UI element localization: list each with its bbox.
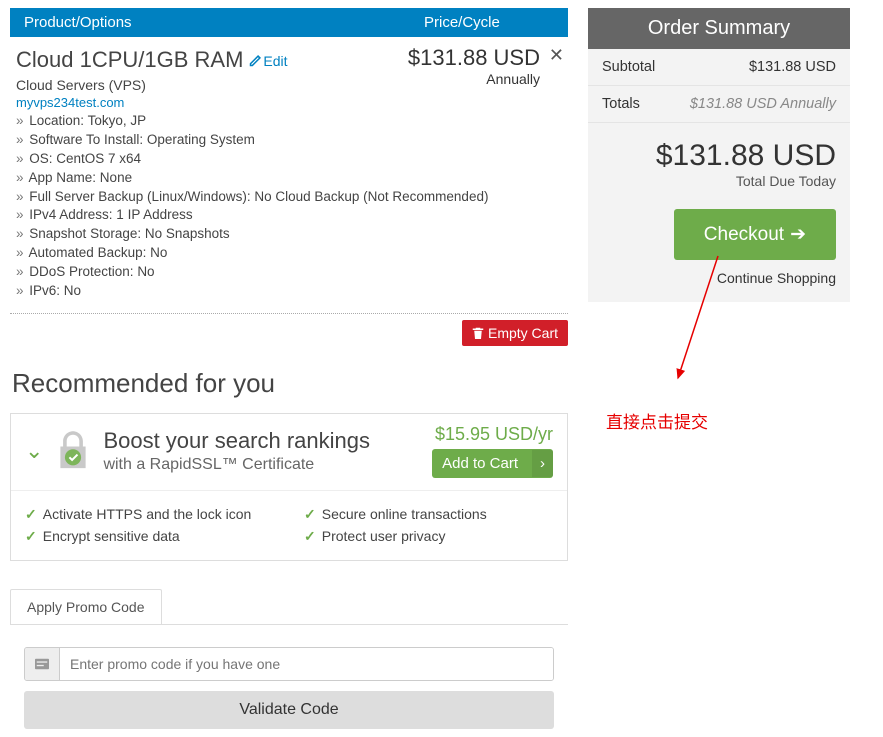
- lock-icon: [55, 427, 91, 475]
- recommended-heading: Recommended for you: [12, 368, 568, 399]
- recommendation-card: ⌄ Boost your search rankings with a Rapi…: [10, 413, 568, 561]
- config-line: » DDoS Protection: No: [16, 263, 562, 282]
- trash-icon: [472, 327, 484, 339]
- config-line: » Full Server Backup (Linux/Windows): No…: [16, 188, 562, 207]
- config-line: » OS: CentOS 7 x64: [16, 150, 562, 169]
- config-line: » IPv6: No: [16, 282, 562, 301]
- totals-label: Totals: [602, 96, 640, 112]
- feature-column: ✓Secure online transactions✓Protect user…: [304, 503, 553, 548]
- remove-item-button[interactable]: ✕: [549, 45, 564, 66]
- pencil-icon: [249, 55, 261, 67]
- cart-table-header: Product/Options Price/Cycle: [10, 8, 568, 37]
- item-cycle: Annually: [408, 71, 540, 87]
- feature-item: ✓Secure online transactions: [304, 503, 553, 525]
- chevron-right-icon: ›: [532, 450, 553, 477]
- promo-title: Boost your search rankings: [103, 428, 370, 454]
- config-line: » Location: Tokyo, JP: [16, 112, 562, 131]
- header-product: Product/Options: [24, 14, 424, 31]
- cart-item: Cloud 1CPU/1GB RAM Edit $131.88 USD Annu…: [10, 37, 568, 314]
- item-title: Cloud 1CPU/1GB RAM: [16, 47, 243, 73]
- config-line: » Software To Install: Operating System: [16, 131, 562, 150]
- annotation-text: 直接点击提交: [606, 408, 708, 433]
- tab-apply-promo[interactable]: Apply Promo Code: [10, 589, 162, 624]
- chevron-down-icon[interactable]: ⌄: [25, 438, 43, 464]
- feature-item: ✓Encrypt sensitive data: [25, 525, 274, 547]
- summary-title: Order Summary: [588, 8, 850, 49]
- item-price: $131.88 USD: [408, 45, 540, 71]
- total-due-label: Total Due Today: [602, 173, 836, 189]
- config-line: » Snapshot Storage: No Snapshots: [16, 225, 562, 244]
- subtotal-value: $131.88 USD: [749, 59, 836, 75]
- arrow-right-icon: ➔: [790, 223, 806, 246]
- config-line: » App Name: None: [16, 169, 562, 188]
- add-to-cart-button[interactable]: Add to Cart ›: [432, 449, 553, 478]
- promo-subtitle: with a RapidSSL™ Certificate: [103, 456, 370, 474]
- total-due-amount: $131.88 USD: [602, 139, 836, 173]
- promo-price: $15.95 USD/yr: [432, 424, 553, 445]
- totals-value: $131.88 USD Annually: [690, 96, 836, 112]
- config-line: » IPv4 Address: 1 IP Address: [16, 206, 562, 225]
- feature-column: ✓Activate HTTPS and the lock icon✓Encryp…: [25, 503, 274, 548]
- annotation-arrow: [668, 248, 768, 398]
- config-line: » Automated Backup: No: [16, 244, 562, 263]
- validate-code-button[interactable]: Validate Code: [24, 691, 554, 729]
- ticket-icon: [25, 648, 60, 680]
- feature-item: ✓Activate HTTPS and the lock icon: [25, 503, 274, 525]
- header-price: Price/Cycle: [424, 14, 554, 31]
- edit-button[interactable]: Edit: [249, 53, 287, 69]
- feature-item: ✓Protect user privacy: [304, 525, 553, 547]
- promo-code-input[interactable]: [60, 648, 553, 680]
- promo-input-group: [24, 647, 554, 681]
- empty-cart-button[interactable]: Empty Cart: [462, 320, 568, 346]
- subtotal-label: Subtotal: [602, 59, 655, 75]
- config-list: » Location: Tokyo, JP» Software To Insta…: [16, 112, 562, 301]
- item-domain[interactable]: myvps234test.com: [16, 95, 562, 110]
